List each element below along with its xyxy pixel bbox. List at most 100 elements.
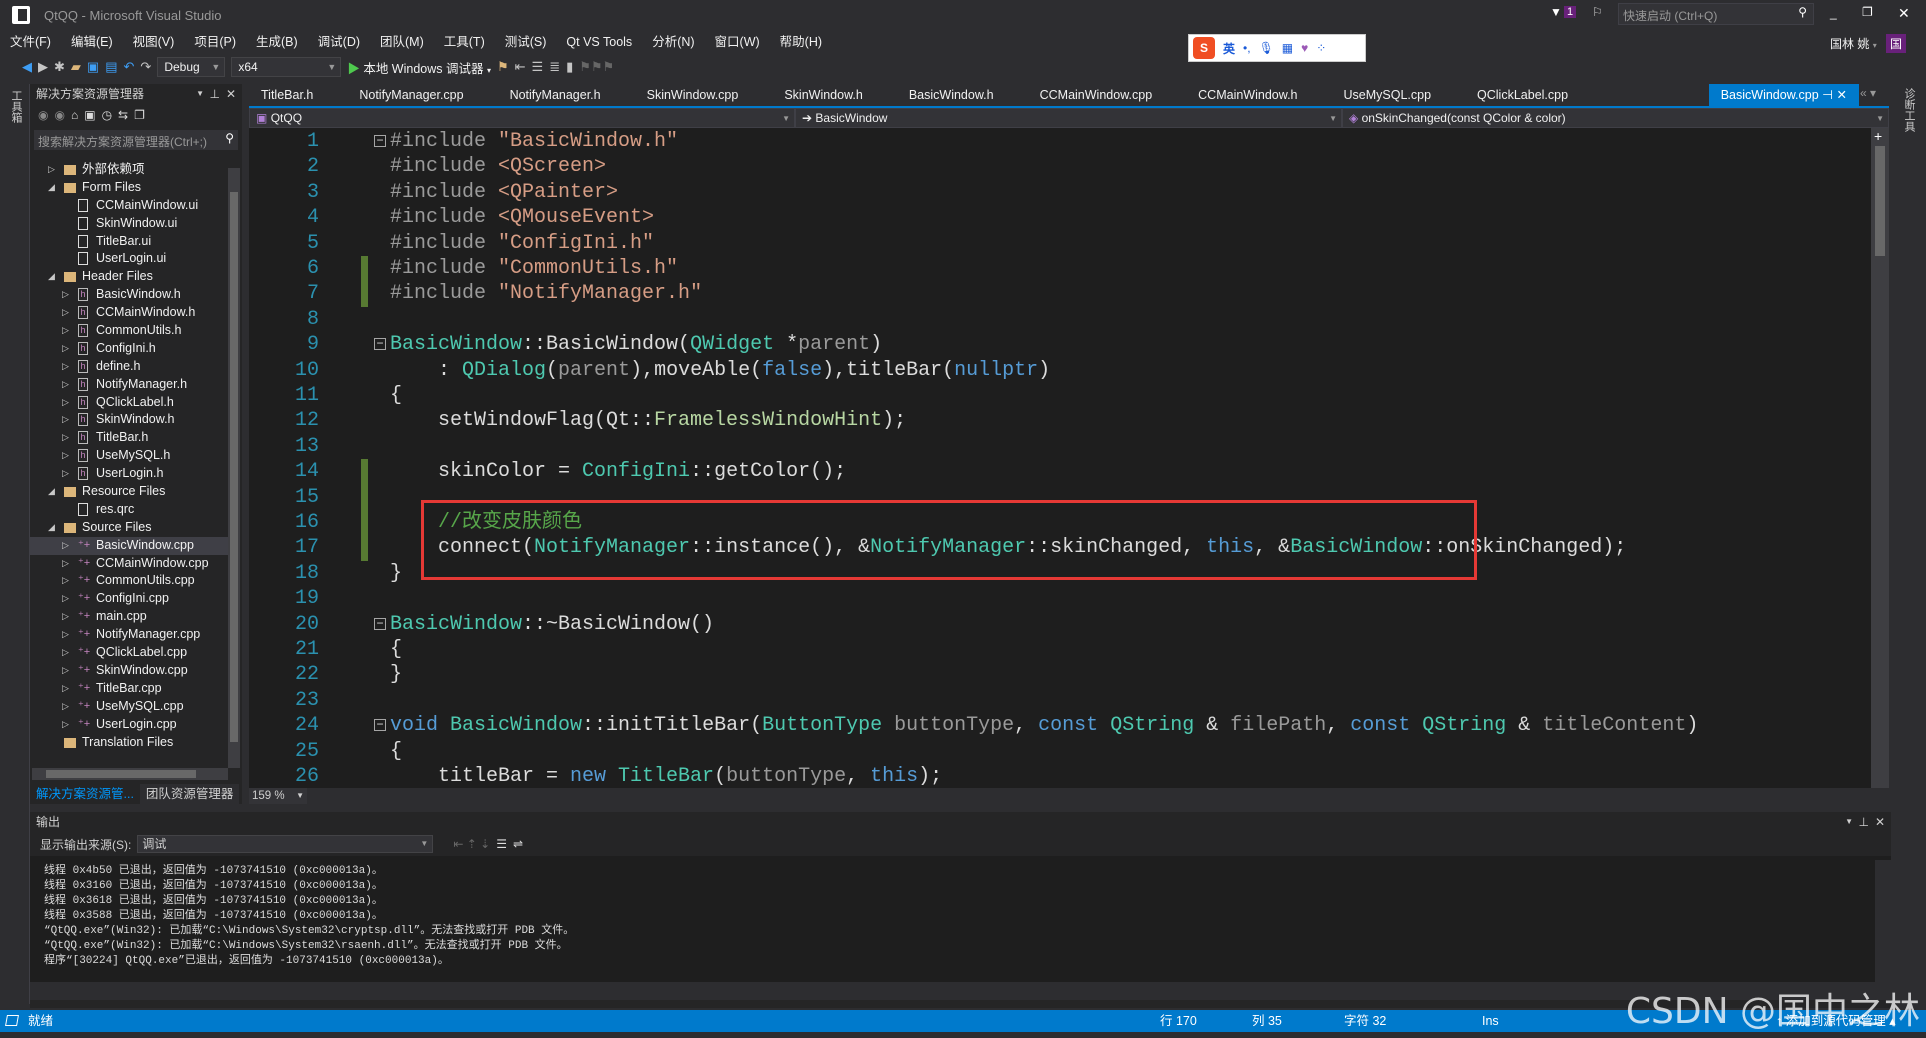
code-line[interactable]: 13 <box>249 434 1871 459</box>
home-icon[interactable]: ⌂ <box>71 108 84 122</box>
collapsed-arrow-icon[interactable]: ▷ <box>62 465 69 483</box>
tree-item[interactable]: ▷ ⁺+ UseMySQL.cpp <box>30 698 230 716</box>
tree-item[interactable]: ◢ Source Files <box>30 519 230 537</box>
expanded-arrow-icon[interactable]: ◢ <box>48 519 55 537</box>
code-line[interactable]: 22} <box>249 662 1871 687</box>
find-message-icon[interactable]: ⇤ ⇡ ⇣ <box>453 837 490 851</box>
comment-icon[interactable]: ≣ <box>549 59 560 75</box>
collapsed-arrow-icon[interactable]: ▷ <box>62 555 69 573</box>
tree-item[interactable]: ▷ 外部依赖项 <box>30 161 230 179</box>
collapsed-arrow-icon[interactable]: ▷ <box>62 394 69 412</box>
collapse-region-icon[interactable]: − <box>374 617 386 630</box>
dropdown-icon[interactable]: ▼ <box>196 84 204 104</box>
tree-item[interactable]: SkinWindow.ui <box>30 215 230 233</box>
tree-item[interactable]: ▷ h NotifyManager.h <box>30 376 230 394</box>
tree-item[interactable]: ▷ h define.h <box>30 358 230 376</box>
menu-item[interactable]: 帮助(H) <box>770 32 832 52</box>
collapsed-arrow-icon[interactable]: ▷ <box>62 447 69 465</box>
configuration-select[interactable]: Debug ▼ <box>157 57 226 77</box>
menu-item[interactable]: 项目(P) <box>184 32 246 52</box>
collapsed-arrow-icon[interactable]: ▷ <box>62 358 69 376</box>
tree-item[interactable]: ▷ ⁺+ SkinWindow.cpp <box>30 662 230 680</box>
find-icon[interactable]: ⚑ <box>497 59 509 75</box>
code-line[interactable]: 12 setWindowFlag(Qt::FramelessWindowHint… <box>249 408 1871 433</box>
diagnostic-tools-tab[interactable]: 诊断工具 <box>1901 88 1917 132</box>
tree-item[interactable]: ▷ h SkinWindow.h <box>30 411 230 429</box>
collapsed-arrow-icon[interactable]: ▷ <box>62 322 69 340</box>
pending-icon[interactable]: ◷ <box>102 108 118 122</box>
close-tab-icon[interactable]: ✕ <box>1837 88 1847 102</box>
collapsed-arrow-icon[interactable]: ▷ <box>62 590 69 608</box>
solution-search-input[interactable]: 搜索解决方案资源管理器(Ctrl+;) ⚲ <box>34 130 238 150</box>
code-line[interactable]: 24 − void BasicWindow::initTitleBar(Button… <box>249 713 1871 738</box>
menu-item[interactable]: Qt VS Tools <box>556 32 642 52</box>
code-line[interactable]: 14 skinColor = ConfigIni::getColor(); <box>249 459 1871 485</box>
collapsed-arrow-icon[interactable]: ▷ <box>62 429 69 447</box>
output-source-select[interactable]: 调试 ▼ <box>137 835 434 853</box>
tree-item[interactable]: UserLogin.ui <box>30 250 230 268</box>
code-line[interactable]: 21 { <box>249 637 1871 662</box>
collapsed-arrow-icon[interactable]: ▷ <box>62 716 69 734</box>
tree-item[interactable]: ▷ h ConfigIni.h <box>30 340 230 358</box>
restore-button[interactable]: ❐ <box>1862 5 1873 19</box>
tree-item[interactable]: ▷ h QClickLabel.h <box>30 394 230 412</box>
tree-item[interactable]: ▷ h UseMySQL.h <box>30 447 230 465</box>
collapse-region-icon[interactable]: − <box>374 134 386 147</box>
feedback-icon[interactable]: ⚐ <box>1592 5 1603 19</box>
output-horizontal-scrollbar[interactable] <box>30 982 1891 1000</box>
collapsed-arrow-icon[interactable]: ▷ <box>62 698 69 716</box>
collapsed-arrow-icon[interactable]: ▷ <box>62 286 69 304</box>
tree-horizontal-scrollbar[interactable] <box>32 768 228 780</box>
notification-filter-icon[interactable]: ▼ <box>1550 5 1562 19</box>
quick-launch-input[interactable]: 快速启动 (Ctrl+Q) ⚲ <box>1618 3 1814 25</box>
menu-item[interactable]: 分析(N) <box>642 32 704 52</box>
collapsed-arrow-icon[interactable]: ▷ <box>62 340 69 358</box>
code-line[interactable]: 25 { <box>249 739 1871 764</box>
pin-icon[interactable]: ⊥ <box>210 84 220 104</box>
tree-item[interactable]: ▷ ⁺+ NotifyManager.cpp <box>30 626 230 644</box>
menu-item[interactable]: 调试(D) <box>308 32 370 52</box>
collapsed-arrow-icon[interactable]: ▷ <box>62 608 69 626</box>
tree-item[interactable]: ◢ Resource Files <box>30 483 230 501</box>
code-line[interactable]: 9 − BasicWindow::BasicWindow(QWidget *pare… <box>249 332 1871 357</box>
platform-select[interactable]: x64 ▼ <box>231 57 342 77</box>
menu-item[interactable]: 生成(B) <box>246 32 308 52</box>
skin-icon[interactable]: ♥ <box>1301 41 1308 55</box>
code-line[interactable]: 8 <box>249 307 1871 332</box>
clear-all-icon[interactable]: ☰ <box>496 837 507 851</box>
tree-item[interactable]: ▷ h UserLogin.h <box>30 465 230 483</box>
tab-basicwindow-h[interactable]: BasicWindow.h <box>897 84 1006 106</box>
collapsed-arrow-icon[interactable]: ▷ <box>62 572 69 590</box>
save-all-icon[interactable]: ▤ <box>105 59 117 75</box>
tree-item[interactable]: CCMainWindow.ui <box>30 197 230 215</box>
code-line[interactable]: 1 − #include "BasicWindow.h" <box>249 129 1871 154</box>
menu-item[interactable]: 视图(V) <box>123 32 185 52</box>
punctuation-icon[interactable]: •, <box>1243 41 1251 55</box>
back-icon[interactable]: ◉ <box>38 108 54 122</box>
indent-icon[interactable]: ☰ <box>532 59 544 75</box>
collapsed-arrow-icon[interactable]: ▷ <box>62 376 69 394</box>
start-debugging-button[interactable]: ▶ 本地 Windows 调试器 ▾ <box>347 58 491 77</box>
collapsed-arrow-icon[interactable]: ▷ <box>62 680 69 698</box>
sync-icon[interactable]: ⇆ <box>118 108 134 122</box>
tree-item[interactable]: ▷ ⁺+ CommonUtils.cpp <box>30 572 230 590</box>
code-line[interactable]: 23 <box>249 688 1871 713</box>
tab-skinwindow-h[interactable]: SkinWindow.h <box>772 84 875 106</box>
tab-usemysql-cpp[interactable]: UseMySQL.cpp <box>1332 84 1444 106</box>
collapse-region-icon[interactable]: − <box>374 337 386 351</box>
code-line[interactable]: 19 <box>249 586 1871 611</box>
output-text[interactable]: 线程 0x4b50 已退出，返回值为 -1073741510 (0xc00001… <box>30 856 1891 982</box>
tab-solution-explorer[interactable]: 解决方案资源管... <box>30 784 140 804</box>
tree-vertical-scrollbar[interactable] <box>228 168 240 768</box>
code-line[interactable]: 10 : QDialog(parent),moveAble(false),tit… <box>249 358 1871 383</box>
new-project-icon[interactable]: ✱ <box>54 59 65 75</box>
collapsed-arrow-icon[interactable]: ▷ <box>62 626 69 644</box>
menu-item[interactable]: 文件(F) <box>0 32 61 52</box>
user-account[interactable]: 国林 姚 ▾ 国 <box>1830 34 1907 53</box>
collapsed-arrow-icon[interactable]: ▷ <box>62 662 69 680</box>
step-icon[interactable]: ⇤ <box>515 59 526 75</box>
project-dropdown[interactable]: ▣ QtQQ ▼ <box>249 108 795 128</box>
tab-qclicklabel-cpp[interactable]: QClickLabel.cpp <box>1465 84 1580 106</box>
tree-item[interactable]: ▷ ⁺+ TitleBar.cpp <box>30 680 230 698</box>
tree-item[interactable]: ◢ Form Files <box>30 179 230 197</box>
